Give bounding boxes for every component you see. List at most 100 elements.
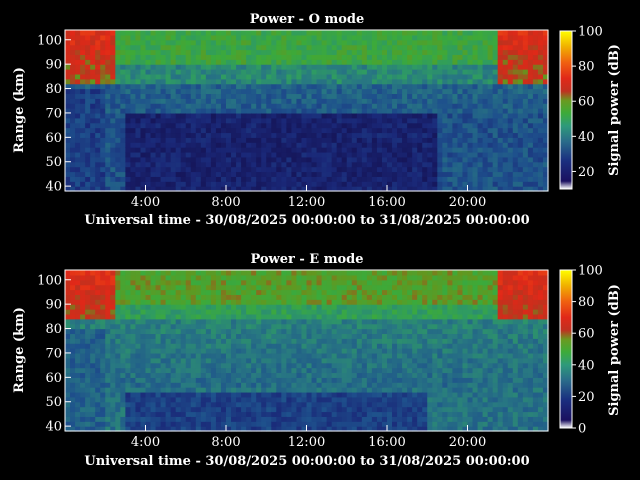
heatmap-cell [120, 304, 126, 310]
heatmap-cell [246, 377, 252, 383]
heatmap-cell [210, 289, 217, 295]
heatmap-cell [200, 59, 207, 65]
heatmap-cell [281, 382, 287, 388]
heatmap-cell [376, 59, 383, 65]
heatmap-cell [397, 69, 403, 75]
heatmap-cell [261, 54, 267, 60]
heatmap-cell [100, 181, 106, 187]
heatmap-cell [271, 151, 277, 158]
heatmap-cell [105, 352, 111, 359]
heatmap-cell [90, 30, 96, 36]
heatmap-cell [387, 127, 393, 134]
x-tick-label: 4:00 [131, 195, 160, 210]
heatmap-cell [306, 39, 313, 46]
heatmap-cell [321, 112, 328, 119]
heatmap-cell [195, 416, 202, 422]
heatmap-cell [261, 309, 267, 315]
heatmap-cell [326, 108, 333, 114]
heatmap-cell [432, 151, 438, 158]
heatmap-cell [321, 69, 328, 75]
heatmap-cell [150, 401, 157, 408]
heatmap-cell [432, 161, 438, 168]
heatmap-cell [110, 78, 116, 85]
heatmap-cell [140, 377, 147, 383]
heatmap-cell [286, 284, 293, 291]
heatmap-cell [205, 137, 212, 143]
heatmap-cell [532, 122, 539, 129]
heatmap-cell [361, 30, 368, 36]
heatmap-cell [527, 49, 534, 55]
heatmap-cell [291, 161, 298, 168]
heatmap-cell [190, 127, 197, 134]
heatmap-cell [296, 304, 303, 310]
heatmap-cell [487, 127, 494, 134]
heatmap-cell [231, 147, 237, 153]
heatmap-cell [432, 88, 438, 95]
heatmap-cell [120, 176, 126, 182]
heatmap-cell [150, 304, 157, 310]
heatmap-cell [115, 318, 121, 325]
heatmap-cell [190, 299, 197, 305]
heatmap-cell [271, 98, 277, 104]
heatmap-cell [155, 161, 162, 168]
heatmap-cell [120, 391, 126, 398]
heatmap-cell [321, 108, 328, 114]
heatmap-cell [160, 181, 167, 187]
heatmap-cell [281, 294, 287, 300]
heatmap-cell [185, 151, 192, 158]
heatmap-cell [105, 54, 111, 60]
heatmap-cell [296, 352, 303, 359]
heatmap-cell [226, 328, 232, 335]
heatmap-cell [397, 171, 403, 177]
heatmap-cell [115, 387, 121, 393]
heatmap-cell [205, 49, 212, 55]
heatmap-cell [236, 73, 242, 80]
heatmap-cell [447, 39, 454, 46]
heatmap-cell [226, 352, 232, 359]
heatmap-cell [417, 122, 423, 129]
heatmap-cell [316, 39, 323, 46]
heatmap-cell [100, 156, 106, 163]
heatmap-cell [241, 117, 247, 124]
heatmap-cell [200, 181, 207, 187]
heatmap-cell [175, 73, 182, 80]
heatmap-cell [140, 151, 147, 158]
heatmap-cell [371, 59, 378, 65]
heatmap-cell [175, 34, 182, 41]
heatmap-cell [472, 161, 479, 168]
heatmap-cell [165, 411, 172, 417]
heatmap-cell [296, 176, 303, 182]
heatmap-cell [271, 73, 277, 80]
heatmap-cell [155, 39, 162, 46]
heatmap-cell [437, 44, 443, 51]
heatmap-cell [371, 122, 378, 129]
heatmap-cell [532, 69, 539, 75]
heatmap-cell [457, 39, 464, 46]
heatmap-cell [477, 34, 484, 41]
heatmap-cell [241, 88, 247, 95]
heatmap-cell [517, 151, 524, 158]
heatmap-cell [195, 108, 202, 114]
heatmap-cell [457, 69, 464, 75]
heatmap-cell [462, 137, 469, 143]
heatmap-cell [311, 30, 318, 36]
heatmap-cell [200, 299, 207, 305]
heatmap-cell [301, 391, 308, 398]
heatmap-cell [185, 333, 192, 339]
heatmap-cell [366, 117, 373, 124]
heatmap-cell [200, 279, 207, 286]
heatmap-cell [427, 137, 433, 143]
heatmap-cell [256, 34, 262, 41]
heatmap-cell [256, 98, 262, 104]
heatmap-cell [311, 313, 318, 320]
heatmap-cell [422, 59, 428, 65]
heatmap-cell [356, 132, 363, 138]
heatmap-cell [301, 156, 308, 163]
heatmap-cell [472, 64, 479, 70]
heatmap-cell [291, 93, 298, 99]
heatmap-cell [110, 313, 116, 320]
heatmap-cell [251, 127, 257, 134]
heatmap-cell [130, 299, 137, 305]
heatmap-cell [402, 98, 408, 104]
heatmap-cell [442, 151, 448, 158]
